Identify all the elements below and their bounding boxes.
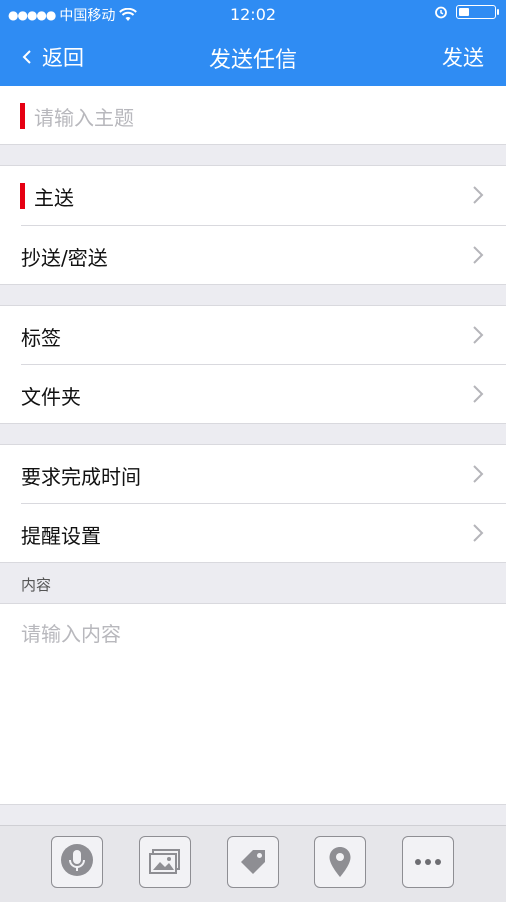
section-separator: [0, 423, 506, 445]
image-button[interactable]: [139, 836, 191, 888]
microphone-icon: [61, 844, 93, 876]
row-folder-label: 文件夹: [21, 385, 81, 409]
subject-field[interactable]: 请输入主题: [0, 86, 506, 144]
row-to-label: 主送: [34, 186, 74, 210]
row-folder[interactable]: 文件夹: [0, 365, 506, 424]
voice-input-button[interactable]: [51, 836, 103, 888]
content-section-header: 内容: [0, 562, 506, 604]
section-separator: [0, 144, 506, 166]
chevron-right-icon: [473, 465, 484, 483]
page-title: 发送任信: [208, 48, 297, 73]
subject-placeholder: 请输入主题: [34, 106, 134, 130]
row-tags-label: 标签: [21, 326, 61, 350]
row-tags[interactable]: 标签: [0, 306, 506, 365]
image-icon: [149, 849, 180, 874]
navigation-bar: 返回 发送任信 发送: [0, 28, 506, 86]
location-button[interactable]: [314, 836, 366, 888]
bottom-toolbar: [0, 804, 506, 902]
row-due-time-label: 要求完成时间: [21, 465, 141, 489]
chevron-right-icon: [473, 246, 484, 264]
row-to[interactable]: 主送: [0, 166, 506, 225]
chevron-right-icon: [473, 385, 484, 403]
required-marker: [20, 103, 25, 129]
send-button[interactable]: 发送: [442, 42, 484, 72]
chevron-right-icon: [473, 524, 484, 542]
tag-button[interactable]: [227, 836, 279, 888]
row-reminder-label: 提醒设置: [21, 524, 101, 548]
status-bar: ●●●●● 中国移动 12:02: [0, 0, 506, 28]
row-cc-bcc-label: 抄送/密送: [21, 246, 108, 270]
row-reminder[interactable]: 提醒设置: [0, 504, 506, 563]
chevron-right-icon: [473, 326, 484, 344]
content-placeholder: 请输入内容: [21, 622, 121, 646]
row-cc-bcc[interactable]: 抄送/密送: [0, 226, 506, 285]
content-header-label: 内容: [21, 576, 52, 594]
alarm-icon: [435, 6, 447, 19]
required-marker: [20, 183, 25, 209]
tag-icon: [241, 850, 265, 874]
battery-icon: [456, 5, 499, 19]
section-separator: [0, 284, 506, 306]
row-due-time[interactable]: 要求完成时间: [0, 445, 506, 504]
location-pin-icon: [329, 847, 351, 877]
more-icon: [415, 859, 441, 865]
more-button[interactable]: [402, 836, 454, 888]
content-textarea[interactable]: 请输入内容: [0, 604, 506, 804]
status-time: 12:02: [229, 5, 277, 24]
chevron-right-icon: [473, 186, 484, 204]
